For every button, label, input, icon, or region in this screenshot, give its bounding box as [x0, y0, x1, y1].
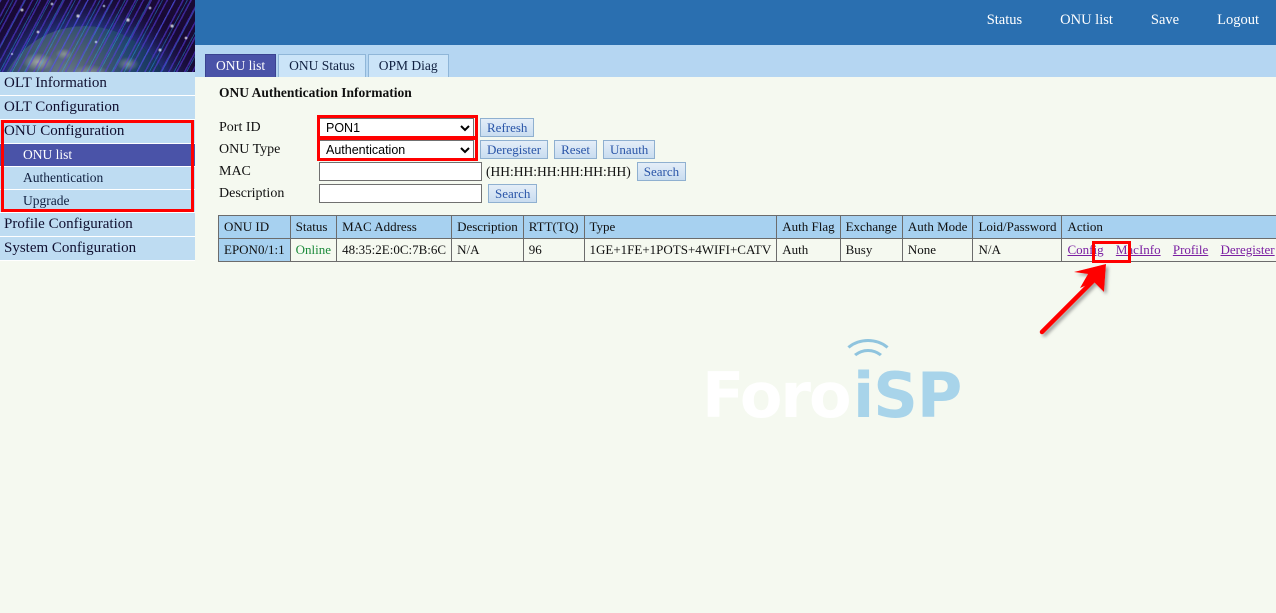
mac-label: MAC [219, 164, 319, 180]
cell-auth-mode: None [902, 239, 973, 262]
topnav-onu-list-link[interactable]: ONU list [1060, 12, 1113, 29]
col-auth-flag: Auth Flag [777, 216, 840, 239]
sidebar-item-olt-information[interactable]: OLT Information [0, 72, 195, 96]
watermark-foroisp: Foro iSP [702, 345, 978, 441]
sidebar-item-onu-list[interactable]: ONU list [0, 144, 195, 167]
cell-onu-id: EPON0/1:1 [219, 239, 291, 262]
search-form: Port ID PON1PON2PON3PON4 Refresh ONU Typ… [219, 117, 686, 205]
form-row-description: Description Search [219, 183, 686, 204]
cell-mac-address: 48:35:2E:0C:7B:6C [337, 239, 452, 262]
sidebar-item-profile-configuration[interactable]: Profile Configuration [0, 213, 195, 237]
banner-globe-fiber-image [0, 0, 195, 72]
tab-opm-diag[interactable]: OPM Diag [368, 54, 449, 77]
onu-type-label: ONU Type [219, 142, 319, 158]
cell-type: 1GE+1FE+1POTS+4WIFI+CATV [584, 239, 777, 262]
action-deregister-link[interactable]: Deregister [1221, 242, 1275, 257]
mac-input[interactable] [319, 162, 482, 181]
table-row: EPON0/1:1 Online 48:35:2E:0C:7B:6C N/A 9… [219, 239, 1276, 262]
sidebar-item-label: ONU Configuration [4, 123, 124, 139]
col-action: Action [1062, 216, 1276, 239]
tab-onu-status[interactable]: ONU Status [278, 54, 366, 77]
sidebar-item-label: ONU list [23, 147, 72, 162]
tab-label: OPM Diag [379, 58, 438, 73]
content-area: ONU Authentication Information Foro iSP … [195, 77, 1276, 613]
sidebar-item-label: OLT Configuration [4, 99, 119, 115]
top-header-bar: Status ONU list Save Logout [195, 0, 1276, 45]
topnav-status-link[interactable]: Status [987, 12, 1022, 29]
topnav-logout-link[interactable]: Logout [1217, 12, 1259, 29]
onu-table-body: EPON0/1:1 Online 48:35:2E:0C:7B:6C N/A 9… [219, 239, 1276, 262]
col-exchange: Exchange [840, 216, 902, 239]
sidebar-item-system-configuration[interactable]: System Configuration [0, 237, 195, 261]
cell-loid-password: N/A [973, 239, 1062, 262]
sidebar-item-onu-configuration[interactable]: ONU Configuration [0, 120, 195, 144]
cell-rtt-tq: 96 [523, 239, 584, 262]
cell-action: Config MacInfo Profile Deregister Reset … [1062, 239, 1276, 262]
mac-search-button[interactable]: Search [637, 162, 686, 181]
onu-table-header-row: ONU ID Status MAC Address Description RT… [219, 216, 1276, 239]
col-status: Status [290, 216, 336, 239]
page-root: OLT Information OLT Configuration ONU Co… [0, 0, 1276, 613]
cell-status: Online [290, 239, 336, 262]
form-row-mac: MAC (HH:HH:HH:HH:HH:HH) Search [219, 161, 686, 182]
watermark-text-isp: iSP [853, 365, 961, 427]
sidebar: OLT Information OLT Configuration ONU Co… [0, 0, 195, 613]
cell-description: N/A [452, 239, 524, 262]
mac-format-hint: (HH:HH:HH:HH:HH:HH) [486, 164, 631, 180]
unauth-button[interactable]: Unauth [603, 140, 655, 159]
onu-type-select[interactable]: AuthenticationUnauthenticationAll [319, 140, 474, 160]
section-title: ONU Authentication Information [219, 85, 412, 101]
col-mac-address: MAC Address [337, 216, 452, 239]
sidebar-item-label: OLT Information [4, 75, 107, 91]
action-macinfo-link[interactable]: MacInfo [1116, 242, 1161, 257]
col-onu-id: ONU ID [219, 216, 291, 239]
wifi-arc-outer-icon [840, 339, 896, 385]
topnav-save-link[interactable]: Save [1151, 12, 1179, 29]
form-row-port-id: Port ID PON1PON2PON3PON4 Refresh [219, 117, 686, 138]
onu-table: ONU ID Status MAC Address Description RT… [218, 215, 1276, 262]
port-id-select[interactable]: PON1PON2PON3PON4 [319, 118, 474, 138]
description-search-button[interactable]: Search [488, 184, 537, 203]
reset-button[interactable]: Reset [554, 140, 597, 159]
sidebar-item-upgrade[interactable]: Upgrade [0, 190, 195, 213]
top-navigation: Status ONU list Save Logout [949, 12, 1259, 29]
port-id-label: Port ID [219, 120, 319, 136]
tab-label: ONU Status [289, 58, 355, 73]
description-label: Description [219, 186, 319, 202]
tab-strip: ONU list ONU Status OPM Diag [195, 45, 1276, 77]
col-description: Description [452, 216, 524, 239]
description-input[interactable] [319, 184, 482, 203]
sidebar-item-label: Profile Configuration [4, 216, 133, 232]
tab-label: ONU list [216, 58, 265, 73]
refresh-button[interactable]: Refresh [480, 118, 534, 137]
sidebar-item-label: Upgrade [23, 193, 69, 208]
action-config-link[interactable]: Config [1067, 242, 1103, 257]
tab-onu-list[interactable]: ONU list [205, 54, 276, 77]
onu-table-head: ONU ID Status MAC Address Description RT… [219, 216, 1276, 239]
cell-auth-flag: Auth [777, 239, 840, 262]
sidebar-item-olt-configuration[interactable]: OLT Configuration [0, 96, 195, 120]
sidebar-item-authentication[interactable]: Authentication [0, 167, 195, 190]
sidebar-item-label: System Configuration [4, 240, 136, 256]
sidebar-item-label: Authentication [23, 170, 103, 185]
watermark-text-foro: Foro [702, 365, 850, 427]
form-row-onu-type: ONU Type AuthenticationUnauthenticationA… [219, 139, 686, 160]
col-auth-mode: Auth Mode [902, 216, 973, 239]
cell-exchange: Busy [840, 239, 902, 262]
action-profile-link[interactable]: Profile [1173, 242, 1208, 257]
col-loid-password: Loid/Password [973, 216, 1062, 239]
col-type: Type [584, 216, 777, 239]
fiber-light-sparks [0, 0, 195, 72]
wifi-arc-inner-icon [849, 349, 887, 381]
col-rtt-tq: RTT(TQ) [523, 216, 584, 239]
deregister-button[interactable]: Deregister [480, 140, 548, 159]
